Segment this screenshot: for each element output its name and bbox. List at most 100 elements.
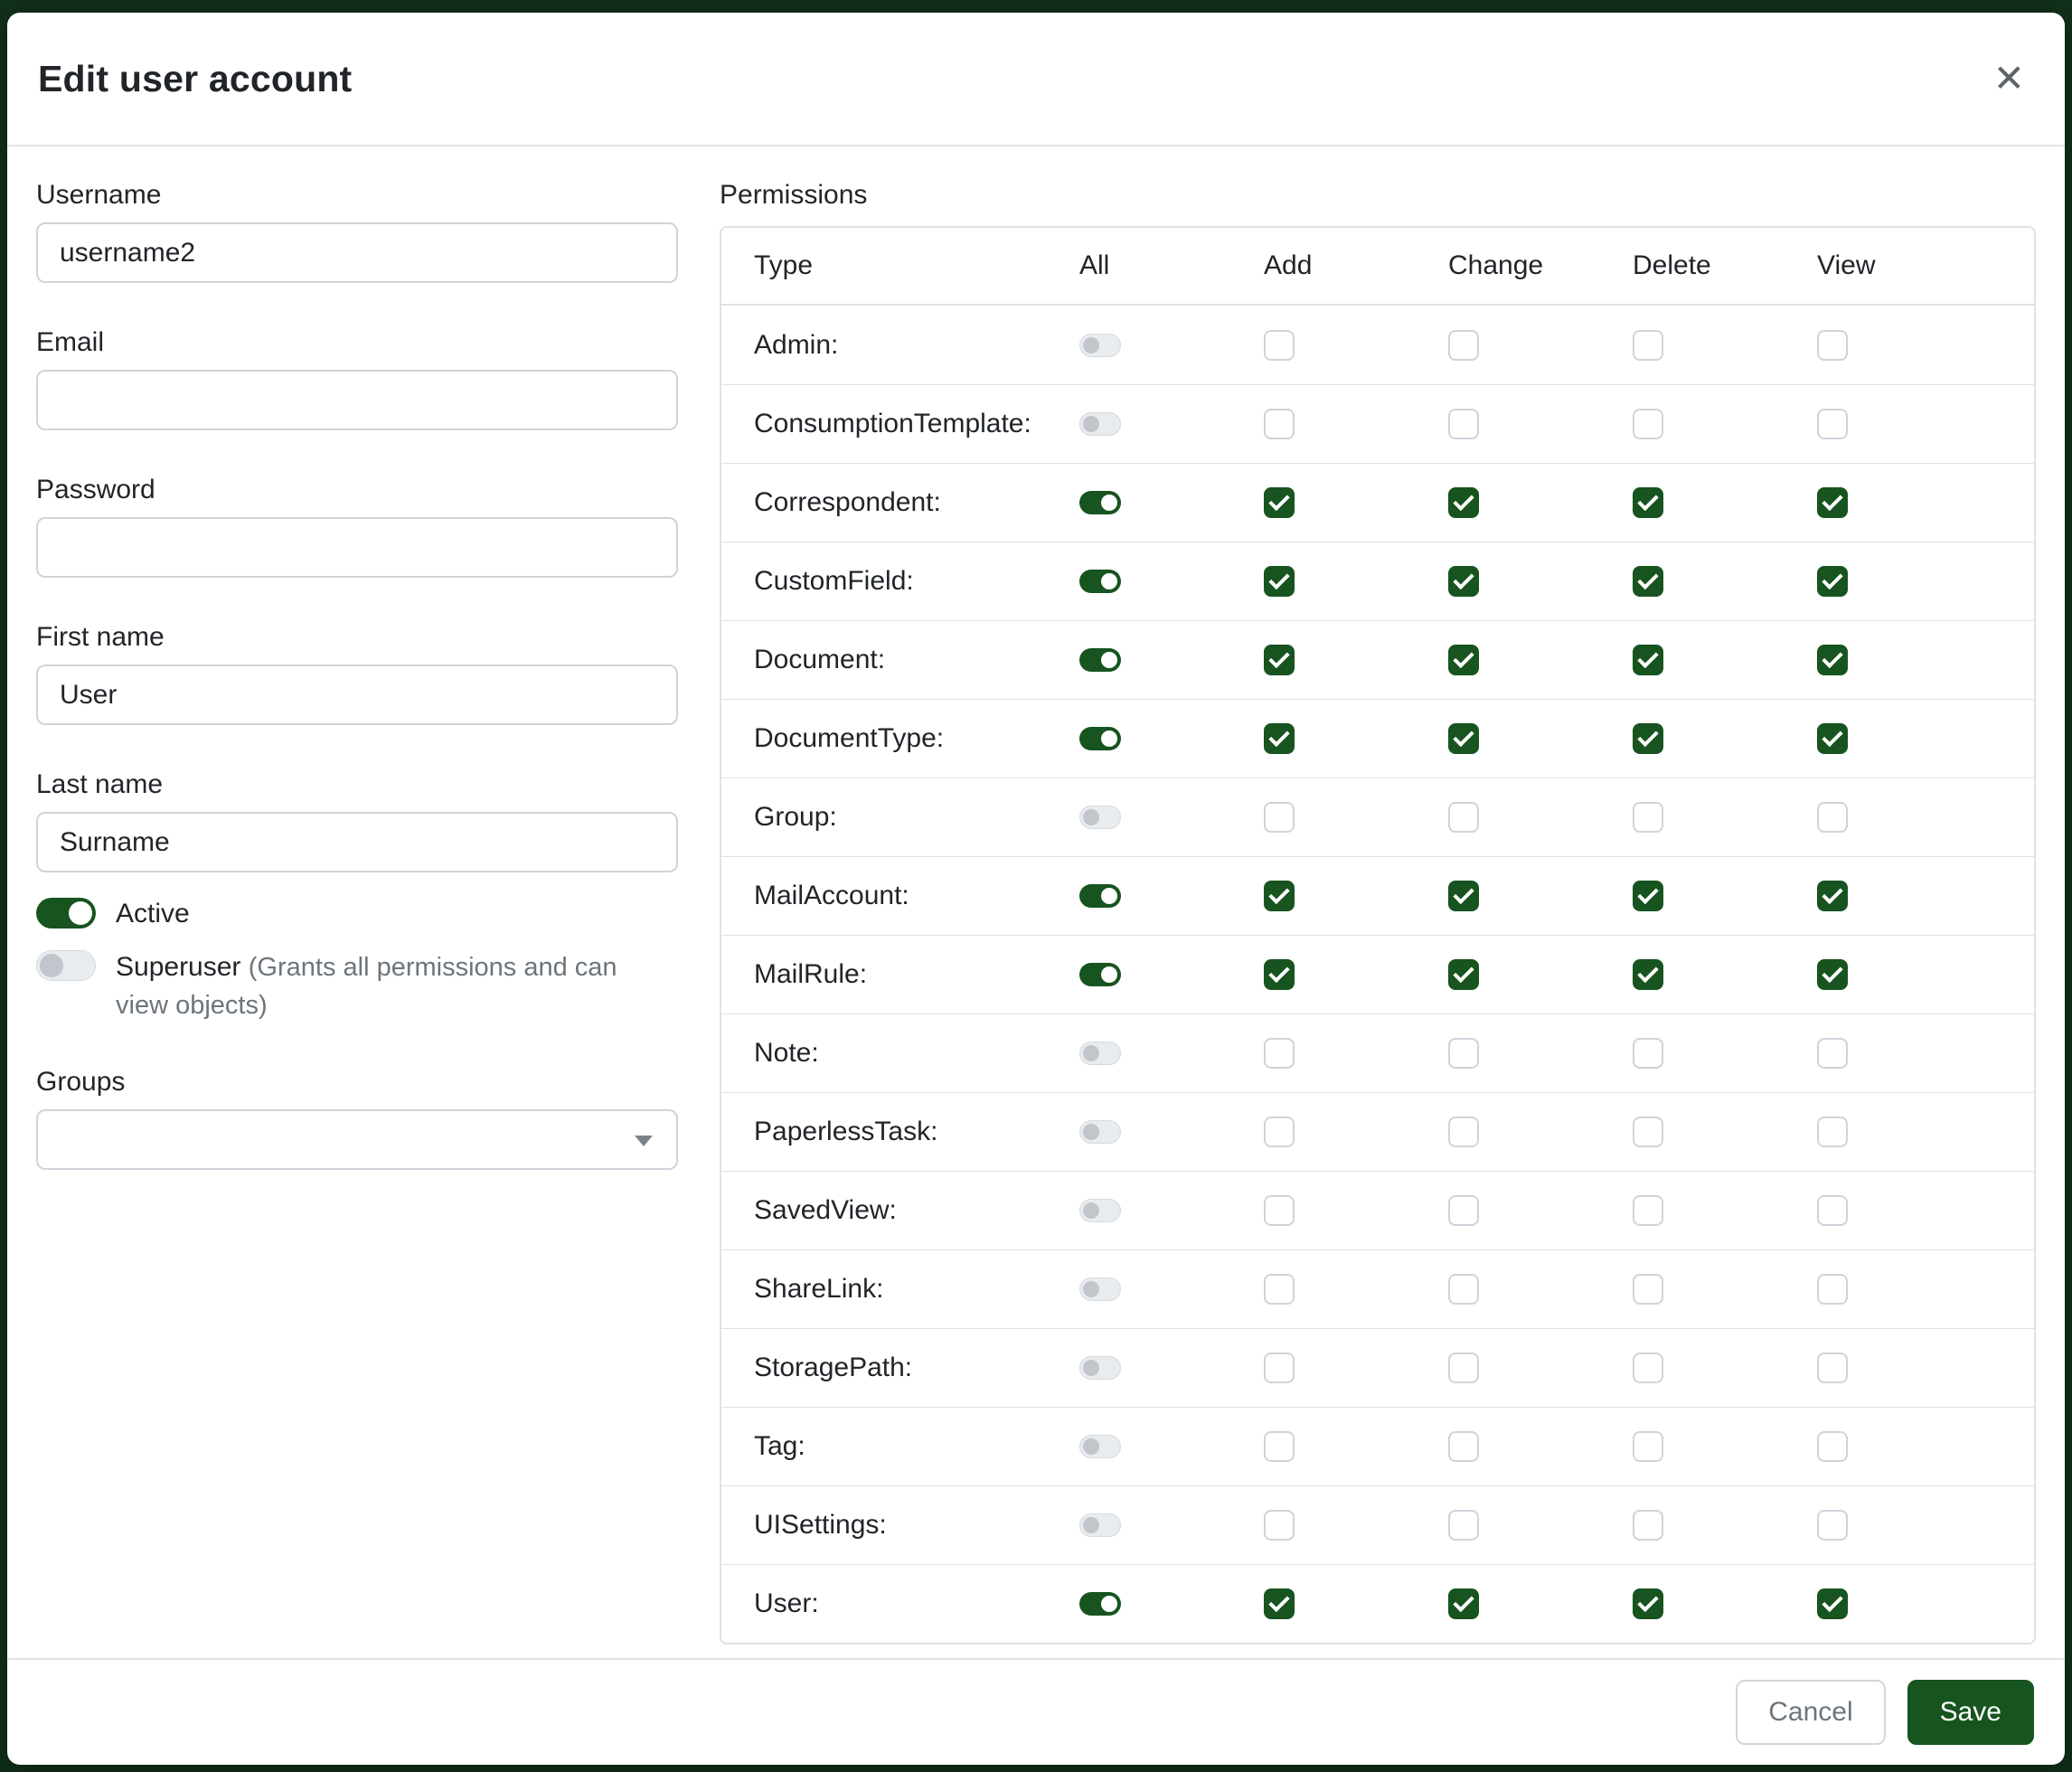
permission-view-checkbox[interactable] xyxy=(1817,881,1848,911)
email-field[interactable] xyxy=(36,370,678,430)
permission-delete-checkbox[interactable] xyxy=(1633,723,1663,754)
permission-add-checkbox[interactable] xyxy=(1264,1274,1295,1305)
permission-add-checkbox[interactable] xyxy=(1264,645,1295,675)
permission-view-checkbox[interactable] xyxy=(1817,487,1848,518)
permission-change-checkbox[interactable] xyxy=(1448,1353,1479,1383)
permission-add-checkbox[interactable] xyxy=(1264,1588,1295,1619)
permission-change-checkbox[interactable] xyxy=(1448,1038,1479,1069)
permission-view-checkbox[interactable] xyxy=(1817,409,1848,439)
first-name-input[interactable] xyxy=(36,664,678,725)
close-icon[interactable]: ✕ xyxy=(1984,54,2034,103)
permission-add-checkbox[interactable] xyxy=(1264,1195,1295,1226)
permission-add-checkbox[interactable] xyxy=(1264,330,1295,361)
permission-delete-checkbox[interactable] xyxy=(1633,802,1663,833)
username-input[interactable] xyxy=(36,222,678,283)
permission-delete-checkbox[interactable] xyxy=(1633,1510,1663,1541)
permission-change-checkbox[interactable] xyxy=(1448,330,1479,361)
permission-delete-checkbox[interactable] xyxy=(1633,1431,1663,1462)
permission-type: MailAccount: xyxy=(754,881,1079,911)
permission-all-toggle[interactable] xyxy=(1079,1435,1121,1458)
permission-view-checkbox[interactable] xyxy=(1817,1588,1848,1619)
permission-delete-checkbox[interactable] xyxy=(1633,1038,1663,1069)
permission-add-checkbox[interactable] xyxy=(1264,802,1295,833)
permission-view-checkbox[interactable] xyxy=(1817,1117,1848,1147)
permission-delete-checkbox[interactable] xyxy=(1633,409,1663,439)
permission-delete-checkbox[interactable] xyxy=(1633,1588,1663,1619)
permission-add-checkbox[interactable] xyxy=(1264,1353,1295,1383)
permission-delete-checkbox[interactable] xyxy=(1633,881,1663,911)
permission-change-checkbox[interactable] xyxy=(1448,1117,1479,1147)
permission-all-toggle[interactable] xyxy=(1079,884,1121,908)
permission-change-checkbox[interactable] xyxy=(1448,1510,1479,1541)
permission-change-checkbox[interactable] xyxy=(1448,1588,1479,1619)
permission-view-checkbox[interactable] xyxy=(1817,1195,1848,1226)
groups-select[interactable] xyxy=(36,1109,678,1170)
permission-add-checkbox[interactable] xyxy=(1264,409,1295,439)
permission-add-checkbox[interactable] xyxy=(1264,487,1295,518)
permission-add-checkbox[interactable] xyxy=(1264,566,1295,597)
permission-change-checkbox[interactable] xyxy=(1448,487,1479,518)
permission-change-checkbox[interactable] xyxy=(1448,409,1479,439)
permission-view-checkbox[interactable] xyxy=(1817,802,1848,833)
permission-add-checkbox[interactable] xyxy=(1264,1510,1295,1541)
permission-add-checkbox[interactable] xyxy=(1264,1117,1295,1147)
password-label: Password xyxy=(36,472,678,508)
permission-all-toggle[interactable] xyxy=(1079,491,1121,514)
permission-add-checkbox[interactable] xyxy=(1264,959,1295,990)
permission-delete-checkbox[interactable] xyxy=(1633,1117,1663,1147)
permission-all-toggle[interactable] xyxy=(1079,1199,1121,1222)
permission-view-checkbox[interactable] xyxy=(1817,1274,1848,1305)
permission-add-checkbox[interactable] xyxy=(1264,1431,1295,1462)
permission-all-toggle[interactable] xyxy=(1079,1120,1121,1144)
permission-all-toggle[interactable] xyxy=(1079,963,1121,986)
permission-all-toggle[interactable] xyxy=(1079,806,1121,829)
permission-change-checkbox[interactable] xyxy=(1448,802,1479,833)
permission-change-checkbox[interactable] xyxy=(1448,566,1479,597)
permission-delete-checkbox[interactable] xyxy=(1633,1353,1663,1383)
permission-all-toggle[interactable] xyxy=(1079,648,1121,672)
permission-view-checkbox[interactable] xyxy=(1817,645,1848,675)
permission-delete-checkbox[interactable] xyxy=(1633,959,1663,990)
active-toggle[interactable] xyxy=(36,898,96,928)
chevron-down-icon xyxy=(635,1136,653,1146)
permission-change-checkbox[interactable] xyxy=(1448,723,1479,754)
permission-view-checkbox[interactable] xyxy=(1817,1353,1848,1383)
permission-type: ShareLink: xyxy=(754,1274,1079,1305)
permission-view-checkbox[interactable] xyxy=(1817,1431,1848,1462)
permission-view-checkbox[interactable] xyxy=(1817,566,1848,597)
permission-change-checkbox[interactable] xyxy=(1448,1274,1479,1305)
permission-view-checkbox[interactable] xyxy=(1817,723,1848,754)
permission-all-toggle[interactable] xyxy=(1079,570,1121,593)
permission-delete-checkbox[interactable] xyxy=(1633,330,1663,361)
permission-all-toggle[interactable] xyxy=(1079,1592,1121,1616)
permission-add-checkbox[interactable] xyxy=(1264,1038,1295,1069)
permission-view-checkbox[interactable] xyxy=(1817,959,1848,990)
permission-change-checkbox[interactable] xyxy=(1448,1431,1479,1462)
permission-add-checkbox[interactable] xyxy=(1264,881,1295,911)
permission-all-toggle[interactable] xyxy=(1079,1042,1121,1065)
permission-all-toggle[interactable] xyxy=(1079,1356,1121,1380)
permission-delete-checkbox[interactable] xyxy=(1633,566,1663,597)
permission-delete-checkbox[interactable] xyxy=(1633,1274,1663,1305)
permission-change-checkbox[interactable] xyxy=(1448,645,1479,675)
permission-all-toggle[interactable] xyxy=(1079,1513,1121,1537)
permission-delete-checkbox[interactable] xyxy=(1633,487,1663,518)
superuser-toggle[interactable] xyxy=(36,950,96,981)
cancel-button[interactable]: Cancel xyxy=(1736,1680,1885,1745)
permission-delete-checkbox[interactable] xyxy=(1633,645,1663,675)
permission-view-checkbox[interactable] xyxy=(1817,1510,1848,1541)
permission-all-toggle[interactable] xyxy=(1079,334,1121,357)
save-button[interactable]: Save xyxy=(1907,1680,2034,1745)
permission-change-checkbox[interactable] xyxy=(1448,1195,1479,1226)
permission-delete-checkbox[interactable] xyxy=(1633,1195,1663,1226)
permission-change-checkbox[interactable] xyxy=(1448,959,1479,990)
permission-add-checkbox[interactable] xyxy=(1264,723,1295,754)
permission-change-checkbox[interactable] xyxy=(1448,881,1479,911)
permission-all-toggle[interactable] xyxy=(1079,1277,1121,1301)
password-field[interactable] xyxy=(36,517,678,578)
last-name-input[interactable] xyxy=(36,812,678,872)
permission-all-toggle[interactable] xyxy=(1079,727,1121,750)
permission-all-toggle[interactable] xyxy=(1079,412,1121,436)
permission-view-checkbox[interactable] xyxy=(1817,1038,1848,1069)
permission-view-checkbox[interactable] xyxy=(1817,330,1848,361)
